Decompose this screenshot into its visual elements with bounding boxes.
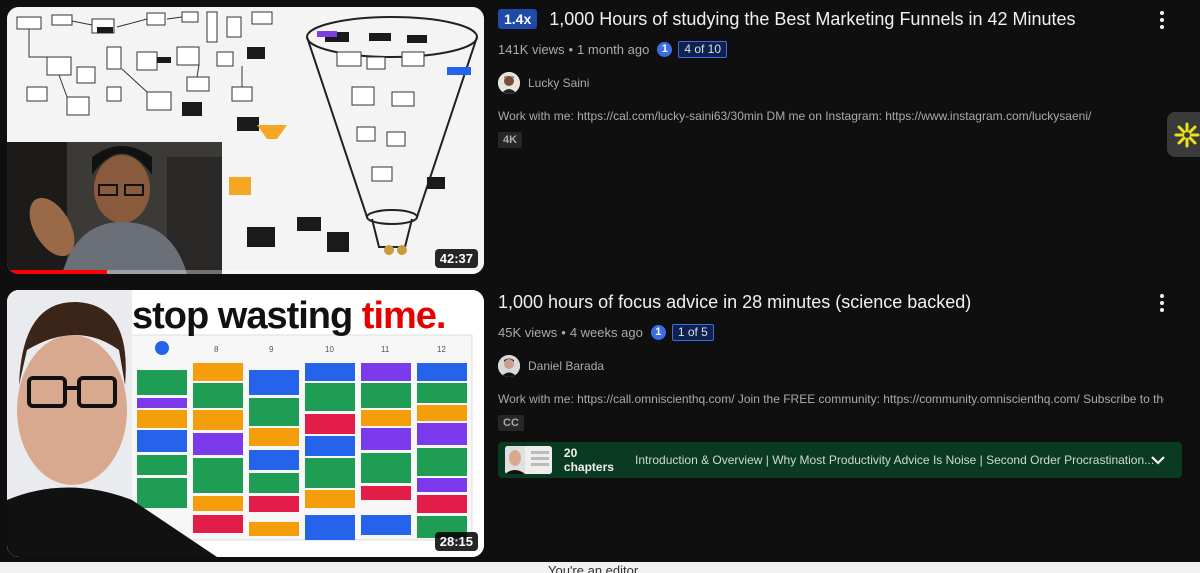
video-info: 1,000 hours of focus advice in 28 minute… — [498, 290, 1164, 431]
meta-separator: • — [561, 324, 566, 340]
more-options-icon[interactable] — [1152, 9, 1172, 31]
editor-status-text: You're an editor — [548, 563, 639, 573]
svg-text:12: 12 — [437, 345, 446, 354]
video-result[interactable]: 8 9 10 11 12 stop wasting time. 28:15 1,… — [7, 290, 1182, 557]
video-result[interactable]: 42:37 1.4x 1,000 Hours of studying the B… — [7, 7, 1182, 274]
video-description: Work with me: https://cal.com/lucky-sain… — [498, 109, 1092, 123]
duration-badge: 28:15 — [434, 532, 478, 551]
view-count: 45K views — [498, 324, 558, 340]
part-label-badge: 1 of 5 — [671, 323, 714, 341]
chevron-down-icon[interactable] — [1150, 452, 1166, 468]
video-title[interactable]: 1,000 hours of focus advice in 28 minute… — [498, 292, 971, 313]
video-title[interactable]: 1,000 Hours of studying the Best Marketi… — [549, 9, 1075, 30]
chapters-thumbnail — [505, 446, 552, 474]
part-label-badge: 4 of 10 — [678, 40, 728, 58]
video-description: Work with me: https://call.omniscienthq.… — [498, 392, 1164, 406]
captions-tag: CC — [498, 415, 524, 431]
channel-name[interactable]: Daniel Barada — [528, 359, 604, 373]
duration-badge: 42:37 — [434, 249, 478, 268]
channel-row[interactable]: Lucky Saini — [498, 71, 1148, 95]
video-meta: 45K views • 4 weeks ago 1 1 of 5 — [498, 323, 1148, 341]
chapters-count: 20 chapters — [563, 446, 614, 474]
playback-speed-badge: 1.4x — [498, 9, 538, 29]
view-count: 141K views — [498, 41, 565, 57]
upload-age: 1 month ago — [577, 41, 650, 57]
status-bar: You're an editor — [0, 562, 1200, 573]
part-number-badge: 1 — [657, 41, 673, 57]
sparkle-icon — [1174, 122, 1200, 147]
meta-separator: • — [568, 41, 574, 57]
part-number-badge: 1 — [650, 324, 666, 340]
quality-tag: 4K — [498, 132, 523, 148]
svg-text:10: 10 — [325, 345, 334, 354]
svg-text:9: 9 — [269, 345, 274, 354]
channel-name[interactable]: Lucky Saini — [528, 76, 589, 90]
svg-text:8: 8 — [214, 345, 219, 354]
watch-progress-bar — [7, 270, 484, 274]
video-meta: 141K views • 1 month ago 1 4 of 10 — [498, 40, 1148, 58]
video-thumbnail[interactable]: 8 9 10 11 12 stop wasting time. 28:15 — [7, 290, 484, 557]
chapters-panel[interactable]: 20 chapters Introduction & Overview | Wh… — [498, 442, 1182, 478]
thumbnail-image — [7, 7, 484, 274]
video-thumbnail[interactable]: 42:37 — [7, 7, 484, 274]
channel-row[interactable]: Daniel Barada — [498, 354, 1148, 378]
thumbnail-headline: stop wasting time. — [132, 295, 446, 337]
svg-text:11: 11 — [381, 345, 390, 354]
more-options-icon[interactable] — [1152, 292, 1172, 314]
extension-widget[interactable] — [1167, 112, 1200, 157]
video-info: 1.4x 1,000 Hours of studying the Best Ma… — [498, 7, 1148, 148]
chapters-list: Introduction & Overview | Why Most Produ… — [635, 453, 1155, 467]
upload-age: 4 weeks ago — [569, 324, 643, 340]
channel-avatar[interactable] — [498, 355, 520, 377]
channel-avatar[interactable] — [498, 72, 520, 94]
